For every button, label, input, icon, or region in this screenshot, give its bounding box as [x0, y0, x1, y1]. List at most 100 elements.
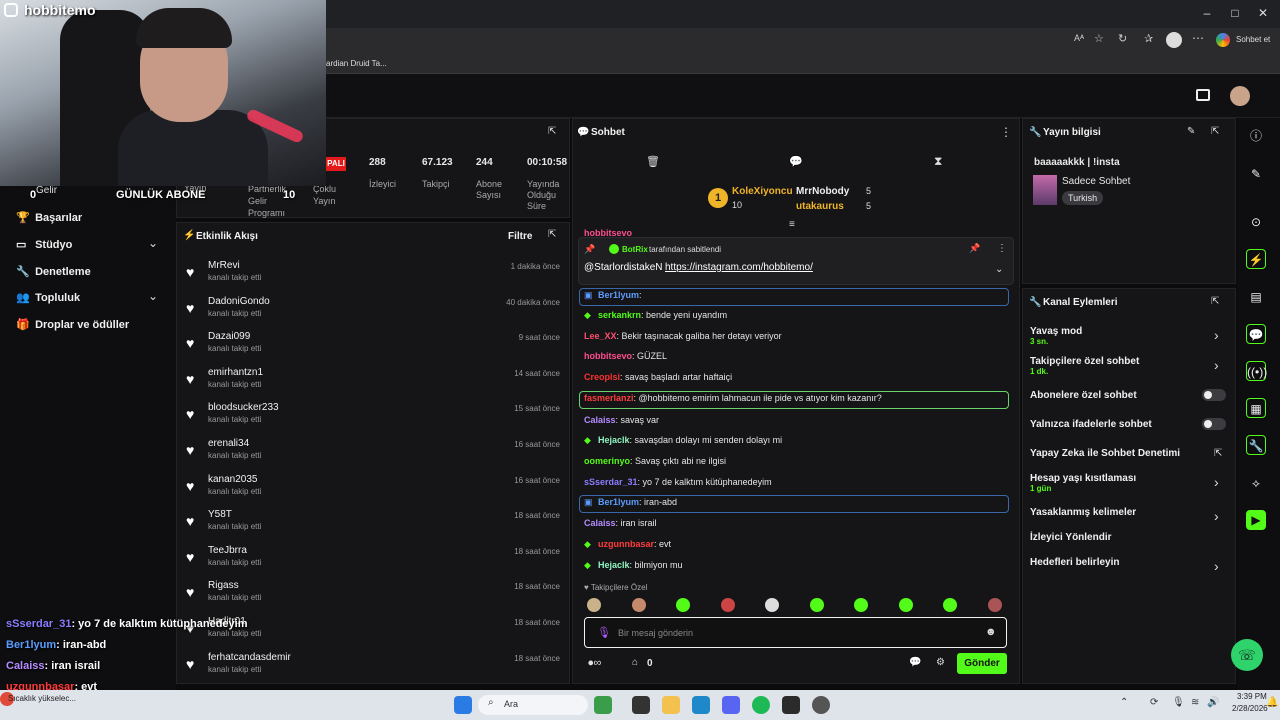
- emote-icon[interactable]: [854, 598, 868, 612]
- chevron-down-icon[interactable]: ⌄: [995, 264, 1003, 275]
- nav-item-studio[interactable]: ▭ Stüdyo: [16, 238, 72, 251]
- channel-action-label[interactable]: Yasaklanmış kelimeler: [1030, 507, 1136, 518]
- pinned-link[interactable]: https://instagram.com/hobbitemo/: [665, 262, 813, 273]
- chat-username[interactable]: Calaiss: [584, 415, 616, 425]
- activity-name[interactable]: TeeJbrra: [208, 545, 247, 556]
- broadcast-icon[interactable]: ((•)): [1246, 361, 1267, 381]
- store-icon[interactable]: ⌂: [632, 657, 638, 668]
- activity-name[interactable]: bloodsucker233: [208, 402, 279, 413]
- emote-icon[interactable]: [987, 598, 1002, 612]
- share-icon[interactable]: ⟡: [1246, 473, 1266, 493]
- file-explorer-icon[interactable]: [662, 696, 680, 714]
- external-link-icon[interactable]: ⇱: [1214, 448, 1222, 459]
- target-icon[interactable]: ⊙: [1246, 212, 1266, 232]
- edge-icon[interactable]: [692, 696, 710, 714]
- hourglass-icon[interactable]: ⧗: [934, 154, 942, 169]
- layout-icon[interactable]: ▦: [1246, 398, 1266, 418]
- emoji-icon[interactable]: ☻: [985, 626, 997, 638]
- channel-action-label[interactable]: Hesap yaşı kısıtlaması: [1030, 473, 1136, 484]
- chat-username[interactable]: Hejaclk: [598, 560, 630, 570]
- taskbar-time[interactable]: 3:39 PM: [1237, 692, 1267, 701]
- nav-item-drops[interactable]: 🎁 Droplar ve ödüller: [16, 318, 129, 331]
- activity-name[interactable]: ferhatcandasdemir: [208, 652, 291, 663]
- activity-name[interactable]: Y58T: [208, 509, 232, 520]
- activity-name[interactable]: Rigass: [208, 580, 239, 591]
- nav-item-moderation[interactable]: 🔧 Denetleme: [16, 265, 91, 278]
- capcut-icon[interactable]: [782, 696, 800, 714]
- chat-username[interactable]: oomerinyo: [584, 456, 630, 466]
- taskbar-date[interactable]: 2/28/2026: [1232, 704, 1268, 713]
- popout-icon[interactable]: ⇱: [1211, 126, 1219, 137]
- nav-item-gelir-cut[interactable]: Gelir: [36, 185, 57, 196]
- nav-item-community[interactable]: 👥 Topluluk: [16, 291, 80, 304]
- activity-name[interactable]: erenali34: [208, 438, 249, 449]
- document-icon[interactable]: ▤: [1246, 287, 1266, 307]
- channel-action-label[interactable]: Abonelere özel sohbet: [1030, 390, 1137, 401]
- windows-start-icon[interactable]: [454, 696, 472, 714]
- favorite-star-icon[interactable]: ☆: [1094, 32, 1104, 45]
- activity-name[interactable]: MrRevi: [208, 260, 240, 271]
- chevron-right-icon[interactable]: ›: [1214, 508, 1219, 524]
- emote-icon[interactable]: [809, 598, 824, 612]
- tools-icon[interactable]: 🔧: [1246, 435, 1266, 455]
- collapse-icon[interactable]: ≡: [789, 219, 795, 230]
- popout-icon[interactable]: ⇱: [548, 229, 556, 240]
- taskbar-search[interactable]: [478, 695, 588, 715]
- activity-name[interactable]: emirhantzn1: [208, 367, 263, 378]
- trash-icon[interactable]: 🗑: [646, 155, 660, 168]
- maximize-button[interactable]: □: [1224, 6, 1246, 22]
- emote-icon[interactable]: [676, 598, 690, 612]
- gear-icon[interactable]: ⚙: [936, 657, 945, 668]
- weather-text[interactable]: Sıcaklık yükselec...: [8, 694, 76, 703]
- chevron-right-icon[interactable]: ›: [1214, 558, 1219, 574]
- toggle-switch[interactable]: [1202, 418, 1226, 430]
- activity-filter-button[interactable]: Filtre: [508, 231, 532, 242]
- chat-username[interactable]: Calaiss: [584, 518, 616, 528]
- chat-menu-icon[interactable]: ⋮: [1000, 125, 1012, 139]
- channel-action-label[interactable]: Yapay Zeka ile Sohbet Denetimi: [1030, 448, 1180, 459]
- chat-username[interactable]: Hejaclk: [598, 435, 630, 445]
- lightning-icon[interactable]: ⚡: [1246, 249, 1266, 269]
- chevron-right-icon[interactable]: ›: [1214, 327, 1219, 343]
- activity-name[interactable]: DadoniGondo: [208, 296, 270, 307]
- chat-username[interactable]: Creoplsi: [584, 372, 620, 382]
- channel-action-label[interactable]: İzleyici Yönlendir: [1030, 532, 1112, 543]
- channel-action-label[interactable]: Yavaş mod: [1030, 326, 1082, 337]
- chat-mode-icon[interactable]: 💬: [789, 155, 803, 168]
- more-menu-icon[interactable]: ⋯: [1192, 31, 1204, 45]
- tray-volume-icon[interactable]: 🔊: [1207, 697, 1219, 708]
- chevron-right-icon[interactable]: ›: [1214, 474, 1219, 490]
- chevron-right-icon[interactable]: ›: [1214, 357, 1219, 373]
- minimize-button[interactable]: –: [1196, 6, 1218, 22]
- tray-chevron-icon[interactable]: ⌃: [1120, 697, 1128, 708]
- nav-item-achievements[interactable]: 🏆 Başarılar: [16, 211, 82, 224]
- emote-icon[interactable]: [943, 598, 957, 612]
- creator-mode-icon[interactable]: [1196, 89, 1210, 101]
- emote-icon[interactable]: [587, 598, 601, 612]
- chat-username[interactable]: fasmerlanzi: [584, 393, 634, 403]
- edit-icon[interactable]: ✎: [1187, 126, 1195, 137]
- user-avatar[interactable]: [1230, 86, 1250, 106]
- popout-icon[interactable]: ⇱: [548, 126, 556, 137]
- info-icon[interactable]: ⓘ: [1246, 126, 1266, 146]
- emote-icon[interactable]: [631, 598, 646, 612]
- chat-username[interactable]: Ber1lyum: [598, 497, 639, 507]
- chat-username[interactable]: sSserdar_31: [584, 477, 638, 487]
- chevron-down-icon[interactable]: ⌄: [148, 289, 158, 303]
- discord-icon[interactable]: [722, 696, 740, 714]
- channel-points-icon[interactable]: ⦁∞: [588, 657, 601, 670]
- unpin-icon[interactable]: 📌: [969, 243, 980, 254]
- notification-bell-icon[interactable]: 🔔: [1266, 697, 1278, 708]
- widgets-icon[interactable]: [594, 696, 612, 714]
- profile-avatar-icon[interactable]: [1166, 32, 1182, 48]
- task-view-icon[interactable]: [632, 696, 650, 714]
- bookmark-item[interactable]: ardian Druid Ta...: [326, 59, 387, 68]
- copilot-button[interactable]: Sohbet et: [1236, 35, 1270, 44]
- favorites-icon[interactable]: ✰: [1144, 32, 1153, 45]
- media-icon[interactable]: ▶: [1246, 510, 1266, 530]
- close-window-button[interactable]: ✕: [1252, 6, 1274, 22]
- tray-sync-icon[interactable]: ⟳: [1150, 697, 1158, 708]
- channel-action-label[interactable]: Takipçilere özel sohbet: [1030, 356, 1139, 367]
- chat-settings-bubble-icon[interactable]: 💬: [909, 657, 921, 668]
- emote-icon[interactable]: [720, 598, 735, 612]
